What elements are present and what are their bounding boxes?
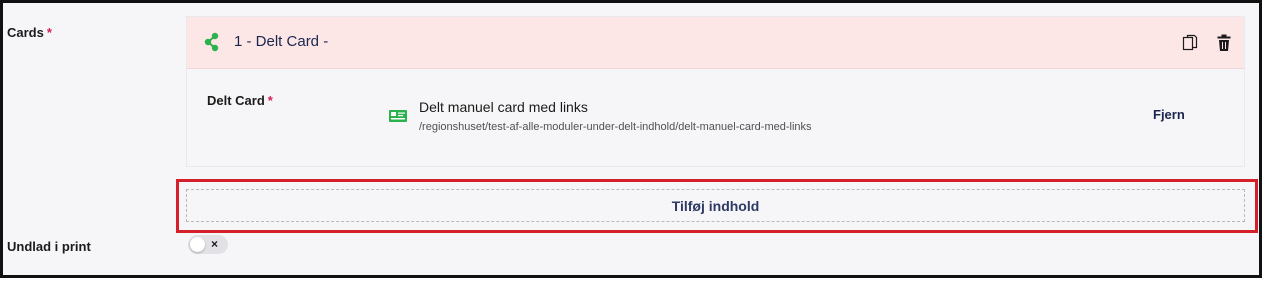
exclude-print-label: Undlad i print xyxy=(7,239,91,254)
required-marker: * xyxy=(267,93,273,108)
delt-card-field-label: Delt Card * xyxy=(207,93,273,108)
property-editor-panel: Cards * 1 - Delt Card - Delt Card * Delt… xyxy=(0,0,1262,278)
add-content-label: Tilføj indhold xyxy=(671,197,760,214)
share-icon xyxy=(204,32,219,52)
add-content-button[interactable]: Tilføj indhold xyxy=(186,189,1245,222)
picked-node-name: Delt manuel card med links xyxy=(419,99,588,115)
delt-card-label-text: Delt Card xyxy=(207,93,265,108)
required-marker: * xyxy=(46,25,52,40)
picked-node-url: /regionshuset/test-af-alle-moduler-under… xyxy=(419,121,812,133)
exclude-print-toggle[interactable]: × xyxy=(188,235,228,254)
card-block: 1 - Delt Card - Delt Card * Delt manuel … xyxy=(186,16,1245,167)
trash-icon[interactable] xyxy=(1217,34,1231,52)
toggle-knob xyxy=(190,237,205,252)
cards-label-text: Cards xyxy=(7,25,44,40)
card-header[interactable]: 1 - Delt Card - xyxy=(187,17,1244,69)
card-title: 1 - Delt Card - xyxy=(234,33,329,50)
copy-icon[interactable] xyxy=(1182,34,1198,52)
cards-property-label: Cards * xyxy=(7,25,52,40)
remove-button[interactable]: Fjern xyxy=(1153,107,1185,122)
card-node-icon xyxy=(389,110,407,122)
toggle-off-icon: × xyxy=(211,237,219,251)
